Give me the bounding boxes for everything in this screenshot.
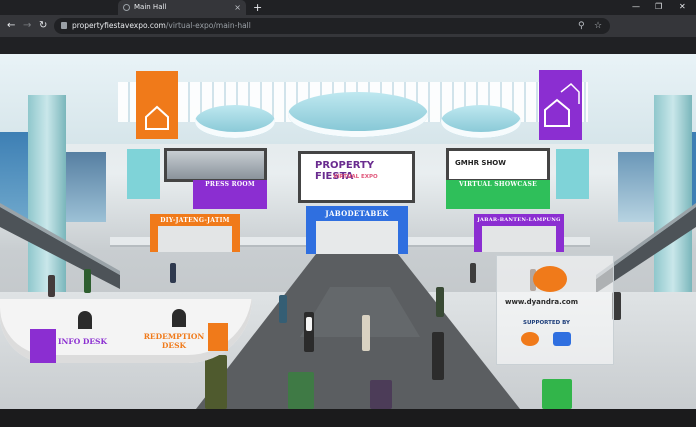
minimize-icon[interactable]: — bbox=[632, 0, 640, 14]
redemption-desk-label: REDEMPTION DESK bbox=[143, 332, 205, 350]
tab-main-hall[interactable]: Main Hall × bbox=[118, 0, 246, 15]
browser-toolbar: ← → ↻ propertyfiestavexpo.com/virtual-ex… bbox=[0, 15, 696, 37]
browser-chrome: Main Hall × + — ❐ ✕ ← → ↻ propertyfiesta… bbox=[0, 0, 696, 37]
reload-icon[interactable]: ↻ bbox=[39, 19, 47, 33]
info-desk-counter[interactable]: INFO DESK REDEMPTION DESK bbox=[0, 299, 252, 363]
forward-icon[interactable]: → bbox=[23, 19, 31, 33]
visitor-figure bbox=[432, 332, 444, 380]
desk-staff-figure bbox=[172, 309, 186, 327]
dyandra-logo-badge bbox=[533, 266, 567, 292]
lock-icon bbox=[61, 22, 67, 29]
new-tab-button[interactable]: + bbox=[253, 0, 262, 15]
sponsor-stand[interactable]: www.dyandra.com SUPPORTED BY bbox=[496, 255, 614, 365]
visitor-figure bbox=[436, 287, 444, 317]
maximize-icon[interactable]: ❐ bbox=[655, 0, 662, 14]
bookmark-star-icon[interactable]: ☆ bbox=[594, 18, 602, 34]
desk-staff-figure bbox=[78, 311, 92, 329]
visitor-figure bbox=[205, 355, 227, 409]
visitor-figure bbox=[370, 380, 392, 409]
tab-title: Main Hall bbox=[134, 3, 167, 11]
sponsor-logo bbox=[521, 332, 539, 346]
supported-by-label: SUPPORTED BY bbox=[523, 320, 571, 326]
address-bar[interactable]: propertyfiestavexpo.com/virtual-expo/mai… bbox=[54, 18, 610, 34]
viewport-bottom-bar bbox=[0, 409, 696, 427]
visitor-figure bbox=[170, 263, 176, 283]
redemption-desk-orange-panel bbox=[208, 323, 228, 351]
visitor-figure bbox=[306, 317, 312, 331]
info-desk-label: INFO DESK bbox=[58, 337, 107, 346]
visitor-figure bbox=[542, 379, 572, 409]
close-window-icon[interactable]: ✕ bbox=[679, 0, 686, 14]
back-icon[interactable]: ← bbox=[7, 19, 15, 33]
visitor-figure bbox=[470, 263, 476, 283]
visitor-figure bbox=[362, 315, 370, 351]
visitor-figure bbox=[288, 372, 314, 409]
tab-close-icon[interactable]: × bbox=[234, 0, 241, 15]
sponsor-url: www.dyandra.com bbox=[505, 298, 578, 306]
zoom-icon[interactable]: ⚲ bbox=[578, 18, 585, 34]
url-path: /virtual-expo/main-hall bbox=[165, 21, 251, 30]
visitor-figure bbox=[279, 295, 287, 323]
sponsor-logo bbox=[553, 332, 571, 346]
visitor-figure bbox=[84, 269, 91, 293]
tab-strip: Main Hall × + — ❐ ✕ bbox=[0, 0, 696, 15]
visitor-figure bbox=[48, 275, 55, 297]
info-desk-purple-panel bbox=[30, 329, 56, 363]
virtual-hall-viewport: PROPERTY FIESTA VIRTUAL EXPO GMHR SHOW P… bbox=[0, 37, 696, 427]
favicon-icon bbox=[123, 4, 130, 11]
central-carpet bbox=[196, 254, 520, 409]
url-host: propertyfiestavexpo.com bbox=[72, 21, 166, 30]
url-text: propertyfiestavexpo.com/virtual-expo/mai… bbox=[72, 18, 251, 34]
